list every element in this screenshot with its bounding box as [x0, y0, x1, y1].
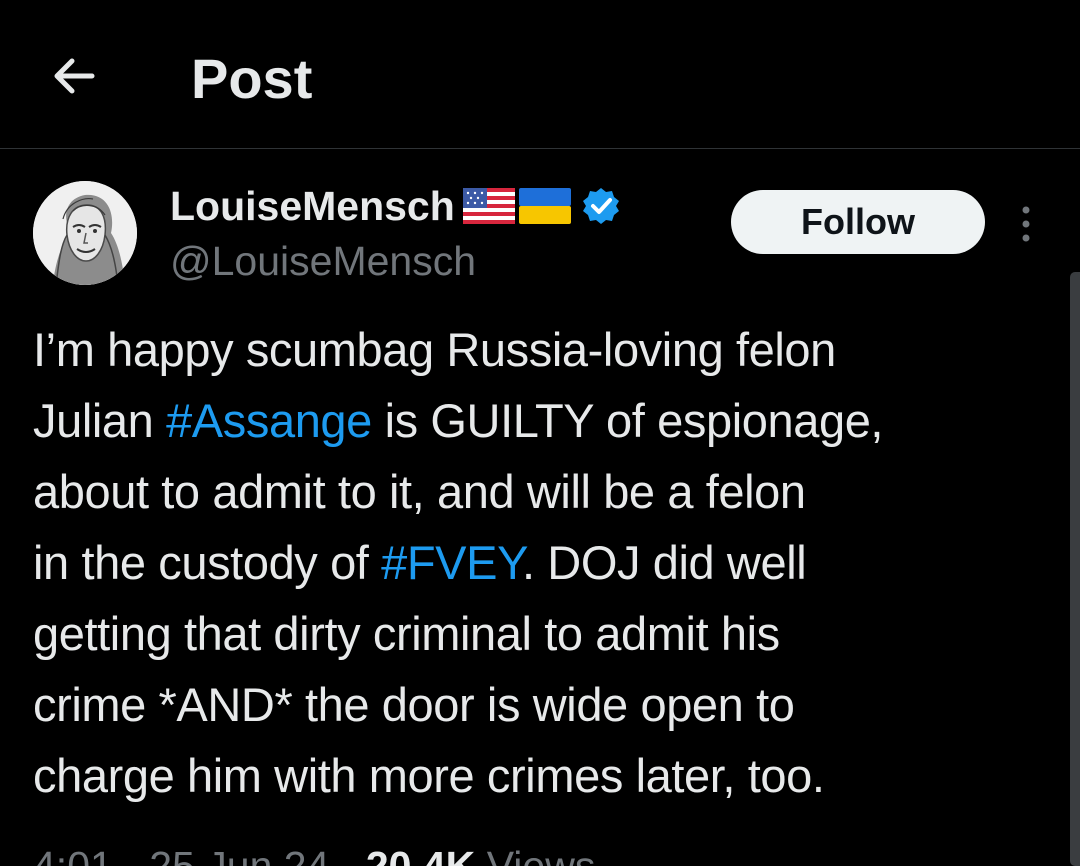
tweet-line: getting that dirty criminal to admit his	[33, 598, 1063, 669]
top-bar: Post	[0, 0, 1080, 148]
tweet-line-text: charge him with more crimes later, too.	[33, 749, 825, 802]
follow-button[interactable]: Follow	[731, 190, 985, 254]
meta-separator: ·	[124, 843, 138, 866]
arrow-left-icon[interactable]	[44, 46, 104, 106]
hashtag-link-fvey[interactable]: #FVEY	[381, 536, 522, 589]
header-divider	[0, 148, 1080, 149]
tweet-line: Julian #Assange is GUILTY of espionage,	[33, 385, 1063, 456]
tweet-line-text: in the custody of	[33, 536, 382, 589]
tweet-line-text: about to admit to it, and will be a felo…	[33, 465, 806, 518]
verified-badge-icon	[582, 188, 619, 224]
meta-separator: ·	[340, 843, 355, 866]
tweet-line-text: is GUILTY of espionage,	[371, 394, 884, 447]
author-handle[interactable]: @LouiseMensch	[170, 236, 476, 286]
post-time[interactable]: 4:01	[33, 843, 113, 866]
avatar-illustration	[33, 181, 137, 285]
post-page: Post LouiseMensch @LouiseMensch Follow I…	[0, 0, 1080, 866]
tweet-line: crime *AND* the door is wide open to	[33, 669, 1063, 740]
hashtag-link-assange[interactable]: #Assange	[166, 394, 372, 447]
tweet-text: I’m happy scumbag Russia-loving felon Ju…	[33, 314, 1063, 811]
tweet-line-text: getting that dirty criminal to admit his	[33, 607, 780, 660]
tweet-line-text: crime *AND* the door is wide open to	[33, 678, 795, 731]
views-label: Views	[486, 843, 596, 866]
tweet-line: in the custody of #FVEY. DOJ did well	[33, 527, 1063, 598]
tweet-line: I’m happy scumbag Russia-loving felon	[33, 314, 1063, 385]
tweet-line: charge him with more crimes later, too.	[33, 740, 1063, 811]
page-title: Post	[191, 47, 313, 110]
post-date[interactable]: 25 Jun 24	[149, 843, 329, 866]
views-count: 20.4K	[365, 843, 476, 866]
more-vertical-icon[interactable]	[1014, 203, 1038, 245]
tweet-line-text: . DOJ did well	[521, 536, 807, 589]
ukraine-flag-icon	[518, 188, 571, 224]
tweet-line-text: Julian	[33, 394, 167, 447]
tweet-meta: 4:01 · 25 Jun 24 · 20.4K Views	[33, 840, 595, 866]
tweet-line-text: I’m happy scumbag Russia-loving felon	[33, 323, 836, 376]
avatar[interactable]	[33, 181, 137, 285]
scrollbar[interactable]	[1070, 272, 1080, 866]
author-name-row: LouiseMensch	[170, 180, 621, 232]
us-flag-icon	[462, 188, 515, 224]
display-name[interactable]: LouiseMensch	[170, 180, 455, 232]
tweet-line: about to admit to it, and will be a felo…	[33, 456, 1063, 527]
